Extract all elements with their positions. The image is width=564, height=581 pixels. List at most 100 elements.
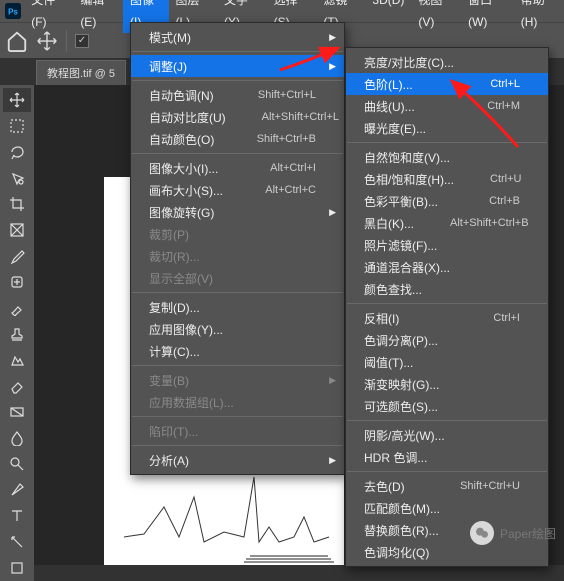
- menu-item[interactable]: 曝光度(E)...: [346, 117, 548, 139]
- watermark: Paper绘图: [470, 521, 556, 545]
- move-tool[interactable]: [3, 88, 31, 112]
- menu-item[interactable]: 颜色查找...: [346, 278, 548, 300]
- menu-separator: [347, 303, 547, 304]
- menu-item[interactable]: 可选颜色(S)...: [346, 395, 548, 417]
- frame-tool[interactable]: [3, 218, 31, 242]
- submenu-arrow-icon: ▶: [329, 61, 336, 72]
- menu-item-label: 渐变映射(G)...: [364, 376, 520, 393]
- menu-item[interactable]: 通道混合器(X)...: [346, 256, 548, 278]
- adjustments-submenu: 亮度/对比度(C)...色阶(L)...Ctrl+L 曲线(U)... Ctrl+M…: [345, 47, 549, 567]
- menu-item[interactable]: HDR 色调...: [346, 446, 548, 468]
- menu-separator: [347, 471, 547, 472]
- menu-item: 变量(B) ▶: [131, 369, 344, 391]
- stamp-tool[interactable]: [3, 322, 31, 346]
- menu-item-label: 可选颜色(S)...: [364, 398, 520, 415]
- submenu-arrow-icon: ▶: [329, 32, 336, 43]
- menu-item[interactable]: 黑白(K)...Alt+Shift+Ctrl+B: [346, 212, 548, 234]
- menu-item[interactable]: 自动对比度(U)Alt+Shift+Ctrl+L: [131, 106, 344, 128]
- marquee-tool[interactable]: [3, 114, 31, 138]
- menu-item-shortcut: Ctrl+M: [487, 100, 520, 112]
- menu-item[interactable]: 自然饱和度(V)...: [346, 146, 548, 168]
- menu-窗口W[interactable]: 窗口(W): [461, 0, 514, 33]
- type-tool[interactable]: [3, 504, 31, 528]
- menu-item-label: 图像大小(I)...: [149, 160, 234, 177]
- path-tool[interactable]: [3, 530, 31, 554]
- menu-item-shortcut: Ctrl+U: [490, 173, 521, 185]
- quick-select-tool[interactable]: [3, 166, 31, 190]
- menu-item[interactable]: 画布大小(S)...Alt+Ctrl+C: [131, 179, 344, 201]
- menu-item-label: 计算(C)...: [149, 343, 316, 360]
- pen-tool[interactable]: [3, 478, 31, 502]
- document-tab[interactable]: 教程图.tif @ 5: [36, 60, 126, 85]
- history-tool[interactable]: [3, 348, 31, 372]
- menu-item-label: 自动颜色(O): [149, 131, 221, 148]
- menu-item[interactable]: 图像大小(I)... Alt+Ctrl+I: [131, 157, 344, 179]
- wechat-icon: [470, 521, 494, 545]
- move-tool-icon[interactable]: [36, 30, 58, 52]
- menu-separator: [347, 420, 547, 421]
- menu-编辑E[interactable]: 编辑(E): [73, 0, 123, 33]
- menu-item[interactable]: 阴影/高光(W)...: [346, 424, 548, 446]
- menu-item-label: 色彩平衡(B)...: [364, 193, 453, 210]
- menu-item: 裁剪(P): [131, 223, 344, 245]
- menu-item[interactable]: 渐变映射(G)...: [346, 373, 548, 395]
- menu-separator: [132, 416, 343, 417]
- menu-item[interactable]: 色相/饱和度(H)...Ctrl+U: [346, 168, 548, 190]
- heal-tool[interactable]: [3, 270, 31, 294]
- menu-item-label: 变量(B): [149, 372, 316, 389]
- menu-3DD[interactable]: 3D(D): [365, 0, 411, 33]
- menu-item-label: 曲线(U)...: [364, 98, 451, 115]
- menu-separator: [132, 80, 343, 81]
- menu-item[interactable]: 图像旋转(G) ▶: [131, 201, 344, 223]
- menu-item-shortcut: Shift+Ctrl+B: [257, 133, 316, 145]
- menu-item[interactable]: 调整(J) ▶: [131, 55, 344, 77]
- menu-视图V[interactable]: 视图(V): [411, 0, 461, 33]
- eyedrop-tool[interactable]: [3, 244, 31, 268]
- menu-item[interactable]: 色彩平衡(B)...Ctrl+B: [346, 190, 548, 212]
- menu-item[interactable]: 模式(M) ▶: [131, 26, 344, 48]
- menu-item[interactable]: 自动颜色(O) Shift+Ctrl+B: [131, 128, 344, 150]
- menu-item[interactable]: 曲线(U)... Ctrl+M: [346, 95, 548, 117]
- menu-item-label: 色调分离(P)...: [364, 332, 520, 349]
- eraser-tool[interactable]: [3, 374, 31, 398]
- menu-item[interactable]: 分析(A)▶: [131, 449, 344, 471]
- menu-separator: [132, 51, 343, 52]
- menu-item[interactable]: 计算(C)...: [131, 340, 344, 362]
- menu-item[interactable]: 应用图像(Y)...: [131, 318, 344, 340]
- menu-item-shortcut: Alt+Shift+Ctrl+L: [262, 111, 339, 123]
- lasso-tool[interactable]: [3, 140, 31, 164]
- menu-item[interactable]: 亮度/对比度(C)...: [346, 51, 548, 73]
- home-icon[interactable]: [6, 30, 28, 52]
- blur-tool[interactable]: [3, 426, 31, 450]
- dodge-tool[interactable]: [3, 452, 31, 476]
- menu-item[interactable]: 去色(D)Shift+Ctrl+U: [346, 475, 548, 497]
- menu-item[interactable]: 反相(I) Ctrl+I: [346, 307, 548, 329]
- menu-item[interactable]: 照片滤镜(F)...: [346, 234, 548, 256]
- menu-item-shortcut: Alt+Shift+Ctrl+B: [450, 217, 529, 229]
- menu-item[interactable]: 色调分离(P)...: [346, 329, 548, 351]
- menu-item-shortcut: Shift+Ctrl+L: [258, 89, 316, 101]
- menu-item-label: 模式(M): [149, 29, 316, 46]
- menu-文件F[interactable]: 文件(F): [24, 0, 73, 33]
- crop-tool[interactable]: [3, 192, 31, 216]
- menu-item-label: 反相(I): [364, 310, 457, 327]
- gradient-tool[interactable]: [3, 400, 31, 424]
- submenu-arrow-icon: ▶: [329, 375, 336, 386]
- submenu-arrow-icon: ▶: [329, 207, 336, 218]
- menu-item-label: 照片滤镜(F)...: [364, 237, 520, 254]
- menu-item[interactable]: 阈值(T)...: [346, 351, 548, 373]
- menu-item[interactable]: 匹配颜色(M)...: [346, 497, 548, 519]
- menu-item[interactable]: 复制(D)...: [131, 296, 344, 318]
- menu-item-label: 匹配颜色(M)...: [364, 500, 520, 517]
- menu-item-label: 调整(J): [149, 58, 316, 75]
- auto-select-checkbox[interactable]: ✓: [75, 34, 89, 48]
- menu-帮助H[interactable]: 帮助(H): [514, 0, 564, 33]
- rect-tool[interactable]: [3, 556, 31, 580]
- menu-separator: [132, 292, 343, 293]
- menu-item-shortcut: Alt+Ctrl+I: [270, 162, 316, 174]
- brush-tool[interactable]: [3, 296, 31, 320]
- menu-item[interactable]: 自动色调(N)Shift+Ctrl+L: [131, 84, 344, 106]
- menu-item-label: 图像旋转(G): [149, 204, 316, 221]
- menu-item[interactable]: 色阶(L)...Ctrl+L: [346, 73, 548, 95]
- menu-item-shortcut: Ctrl+I: [493, 312, 520, 324]
